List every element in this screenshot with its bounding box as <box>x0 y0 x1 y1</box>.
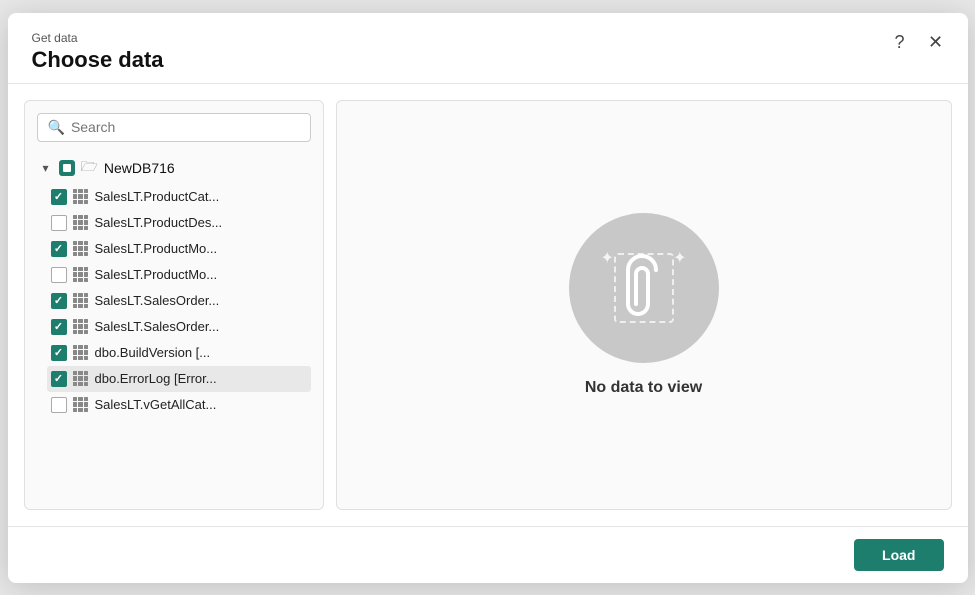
checkbox-6[interactable] <box>51 319 67 335</box>
checkbox-1[interactable] <box>51 189 67 205</box>
sparkle-icon-left: ✦ <box>601 248 614 268</box>
right-panel: ✦ ✦ No data to view <box>336 100 952 510</box>
search-input[interactable] <box>71 119 300 135</box>
grid-icon <box>73 241 89 257</box>
sparkle-icon-right: ✦ <box>673 248 686 268</box>
list-item[interactable]: SalesLT.ProductDes... <box>47 210 311 236</box>
chevron-icon[interactable]: ▾ <box>39 161 53 175</box>
paperclip-wrapper: ✦ ✦ <box>599 238 689 338</box>
no-data-illustration: ✦ ✦ <box>569 213 719 363</box>
item-label: dbo.BuildVersion [... <box>95 345 211 360</box>
dialog-footer: Load <box>8 526 968 583</box>
grid-icon <box>73 345 89 361</box>
database-row[interactable]: ▾ 🗁 NewDB716 <box>37 152 311 184</box>
checkbox-3[interactable] <box>51 241 67 257</box>
list-item[interactable]: SalesLT.SalesOrder... <box>47 314 311 340</box>
help-button[interactable]: ? <box>886 29 914 57</box>
checkbox-5[interactable] <box>51 293 67 309</box>
list-item[interactable]: SalesLT.SalesOrder... <box>47 288 311 314</box>
item-label: SalesLT.vGetAllCat... <box>95 397 217 412</box>
folder-icon: 🗁 <box>81 156 98 180</box>
list-item[interactable]: SalesLT.ProductMo... <box>47 236 311 262</box>
grid-icon <box>73 397 89 413</box>
paperclip-svg <box>620 252 668 324</box>
checkbox-8[interactable] <box>51 371 67 387</box>
list-item[interactable]: dbo.BuildVersion [... <box>47 340 311 366</box>
tree-area[interactable]: ▾ 🗁 NewDB716 <box>37 152 311 497</box>
grid-icon <box>73 267 89 283</box>
header-actions: ? ✕ <box>886 29 950 57</box>
checkbox-4[interactable] <box>51 267 67 283</box>
item-label: SalesLT.ProductDes... <box>95 215 223 230</box>
database-name: NewDB716 <box>104 160 175 176</box>
list-item[interactable]: dbo.ErrorLog [Error... <box>47 366 311 392</box>
close-button[interactable]: ✕ <box>922 29 950 57</box>
grid-icon <box>73 293 89 309</box>
item-label: SalesLT.ProductMo... <box>95 241 218 256</box>
search-box[interactable]: 🔍 <box>37 113 311 142</box>
choose-data-title: Choose data <box>32 47 944 73</box>
list-item[interactable]: SalesLT.ProductMo... <box>47 262 311 288</box>
no-data-text: No data to view <box>585 379 702 397</box>
item-label: SalesLT.ProductCat... <box>95 189 220 204</box>
item-label: SalesLT.ProductMo... <box>95 267 218 282</box>
left-panel: 🔍 ▾ 🗁 NewDB716 <box>24 100 324 510</box>
grid-icon <box>73 189 89 205</box>
choose-data-dialog: Get data Choose data ? ✕ 🔍 ▾ <box>8 13 968 583</box>
grid-icon <box>73 319 89 335</box>
tree-items: SalesLT.ProductCat... SalesLT.ProductDes… <box>47 184 311 418</box>
checkbox-2[interactable] <box>51 215 67 231</box>
dialog-body: 🔍 ▾ 🗁 NewDB716 <box>8 84 968 526</box>
get-data-label: Get data <box>32 31 944 45</box>
list-item[interactable]: SalesLT.ProductCat... <box>47 184 311 210</box>
item-label: SalesLT.SalesOrder... <box>95 293 220 308</box>
grid-icon <box>73 215 89 231</box>
close-icon: ✕ <box>928 32 943 53</box>
search-icon: 🔍 <box>48 119 65 136</box>
checkbox-7[interactable] <box>51 345 67 361</box>
help-icon: ? <box>894 32 904 53</box>
grid-icon <box>73 371 89 387</box>
item-label: dbo.ErrorLog [Error... <box>95 371 217 386</box>
list-item[interactable]: SalesLT.vGetAllCat... <box>47 392 311 418</box>
load-button[interactable]: Load <box>854 539 943 571</box>
dialog-header: Get data Choose data ? ✕ <box>8 13 968 84</box>
checkbox-9[interactable] <box>51 397 67 413</box>
db-check-icon <box>59 160 75 176</box>
item-label: SalesLT.SalesOrder... <box>95 319 220 334</box>
